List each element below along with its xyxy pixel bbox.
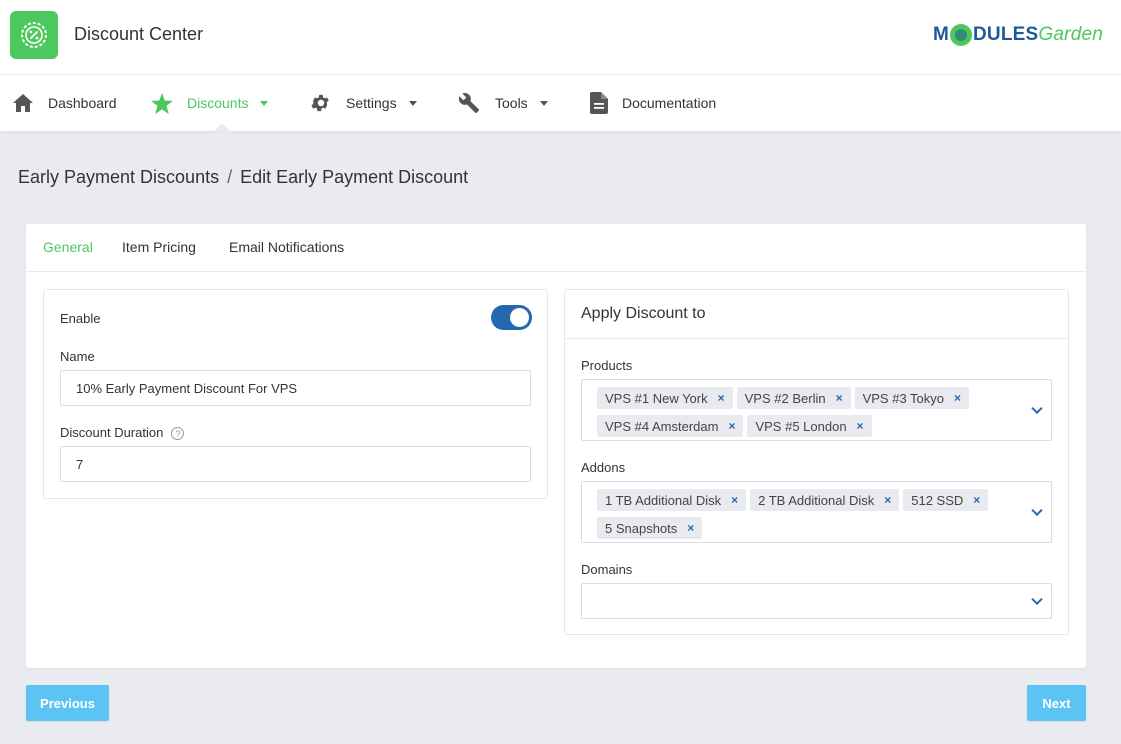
next-button[interactable]: Next [1027, 685, 1086, 721]
percent-badge-icon[interactable] [10, 11, 58, 59]
addon-chip: 1 TB Additional Disk × [597, 489, 747, 511]
product-chip: VPS #1 New York × [597, 387, 733, 409]
addon-chip: 5 Snapshots × [597, 517, 703, 539]
product-chip: VPS #5 London × [747, 415, 872, 437]
panel-divider [565, 338, 1068, 339]
remove-icon[interactable]: × [687, 521, 694, 535]
nav-item-tools[interactable]: Tools [457, 75, 548, 131]
remove-icon[interactable]: × [884, 493, 891, 507]
chip-label: VPS #4 Amsterdam [605, 418, 719, 434]
product-chip: VPS #2 Berlin × [736, 387, 851, 409]
modulesgarden-logo: M DULES Garden [933, 24, 1103, 46]
nav-item-documentation[interactable]: Documentation [590, 75, 716, 131]
domains-label: Domains [581, 562, 633, 577]
nav-item-dashboard[interactable]: Dashboard [12, 75, 117, 131]
enable-label: Enable [60, 311, 101, 326]
chip-label: VPS #1 New York [605, 390, 708, 406]
chevron-down-icon[interactable] [1031, 402, 1043, 415]
chevron-down-icon [408, 100, 417, 106]
nav-label-documentation: Documentation [622, 95, 717, 111]
active-nav-pointer [213, 123, 231, 132]
discount-duration-input[interactable]: 7 [60, 446, 531, 482]
addon-chip: 512 SSD × [903, 489, 989, 511]
chip-label: 1 TB Additional Disk [605, 492, 722, 508]
wrench-icon [457, 92, 481, 114]
name-input[interactable]: 10% Early Payment Discount For VPS [60, 370, 531, 406]
remove-icon[interactable]: × [836, 391, 843, 405]
addon-chip: 2 TB Additional Disk × [750, 489, 900, 511]
name-label: Name [60, 349, 95, 364]
breadcrumb: Early Payment Discounts / Edit Early Pay… [18, 167, 468, 188]
chip-label: VPS #5 London [755, 418, 847, 434]
tab-item-pricing[interactable]: Item Pricing [122, 239, 196, 255]
app-title: Discount Center [74, 24, 204, 44]
apply-discount-title: Apply Discount to [581, 305, 706, 322]
brand-text-m: M [932, 24, 950, 45]
chip-label: 512 SSD [911, 492, 964, 508]
remove-icon[interactable]: × [857, 419, 864, 433]
toggle-knob [510, 308, 529, 327]
apply-discount-panel: Apply Discount to Products VPS #1 New Yo… [564, 289, 1069, 635]
chip-label: VPS #2 Berlin [744, 390, 826, 406]
tab-general[interactable]: General [43, 239, 93, 255]
nav-label-discounts: Discounts [187, 95, 249, 111]
home-icon [12, 93, 34, 113]
domains-select[interactable] [581, 583, 1052, 619]
remove-icon[interactable]: × [731, 493, 738, 507]
chevron-down-icon [260, 100, 269, 106]
brand-text-dules: DULES [973, 24, 1039, 45]
nav-item-discounts[interactable]: Discounts [151, 75, 269, 131]
document-icon [590, 92, 608, 114]
chevron-down-icon[interactable] [1031, 504, 1043, 517]
breadcrumb-current: Edit Early Payment Discount [240, 167, 469, 187]
breadcrumb-parent[interactable]: Early Payment Discounts [18, 167, 219, 188]
help-icon[interactable]: ? [171, 427, 185, 441]
top-header: Discount Center M DULES Garden [0, 0, 1121, 75]
previous-button[interactable]: Previous [26, 685, 109, 721]
enable-toggle[interactable] [491, 305, 532, 330]
addons-select[interactable]: 1 TB Additional Disk × 2 TB Additional Di… [581, 481, 1052, 543]
gear-icon [310, 92, 332, 114]
remove-icon[interactable]: × [728, 419, 735, 433]
chip-label: 5 Snapshots [605, 520, 678, 536]
globe-icon [950, 24, 973, 46]
tab-email-notifications[interactable]: Email Notifications [229, 239, 344, 255]
chip-label: 2 TB Additional Disk [758, 492, 875, 508]
main-navigation: Dashboard Discounts Settings Tools Docum… [0, 75, 1121, 131]
nav-label-dashboard: Dashboard [48, 95, 117, 111]
remove-icon[interactable]: × [973, 493, 980, 507]
chip-label: VPS #3 Tokyo [862, 390, 945, 406]
breadcrumb-separator: / [227, 167, 233, 187]
tab-bar: General Item Pricing Email Notifications [26, 224, 1086, 272]
discount-duration-label-text: Discount Duration [60, 425, 164, 440]
edit-discount-card: General Item Pricing Email Notifications… [26, 224, 1086, 668]
discount-duration-label: Discount Duration? [60, 425, 185, 441]
nav-label-tools: Tools [495, 95, 528, 111]
addons-label: Addons [581, 460, 626, 475]
remove-icon[interactable]: × [954, 391, 961, 405]
star-icon [151, 92, 173, 114]
general-settings-panel: Enable Name 10% Early Payment Discount F… [43, 289, 548, 499]
nav-item-settings[interactable]: Settings [310, 75, 417, 131]
brand-text-garden: Garden [1038, 24, 1103, 45]
chevron-down-icon[interactable] [1031, 593, 1043, 606]
product-chip: VPS #4 Amsterdam × [597, 415, 744, 437]
remove-icon[interactable]: × [718, 391, 725, 405]
products-label: Products [581, 358, 633, 373]
product-chip: VPS #3 Tokyo × [854, 387, 970, 409]
nav-label-settings: Settings [346, 95, 397, 111]
chevron-down-icon [539, 100, 548, 106]
products-select[interactable]: VPS #1 New York × VPS #2 Berlin × VPS #3 T… [581, 379, 1052, 441]
